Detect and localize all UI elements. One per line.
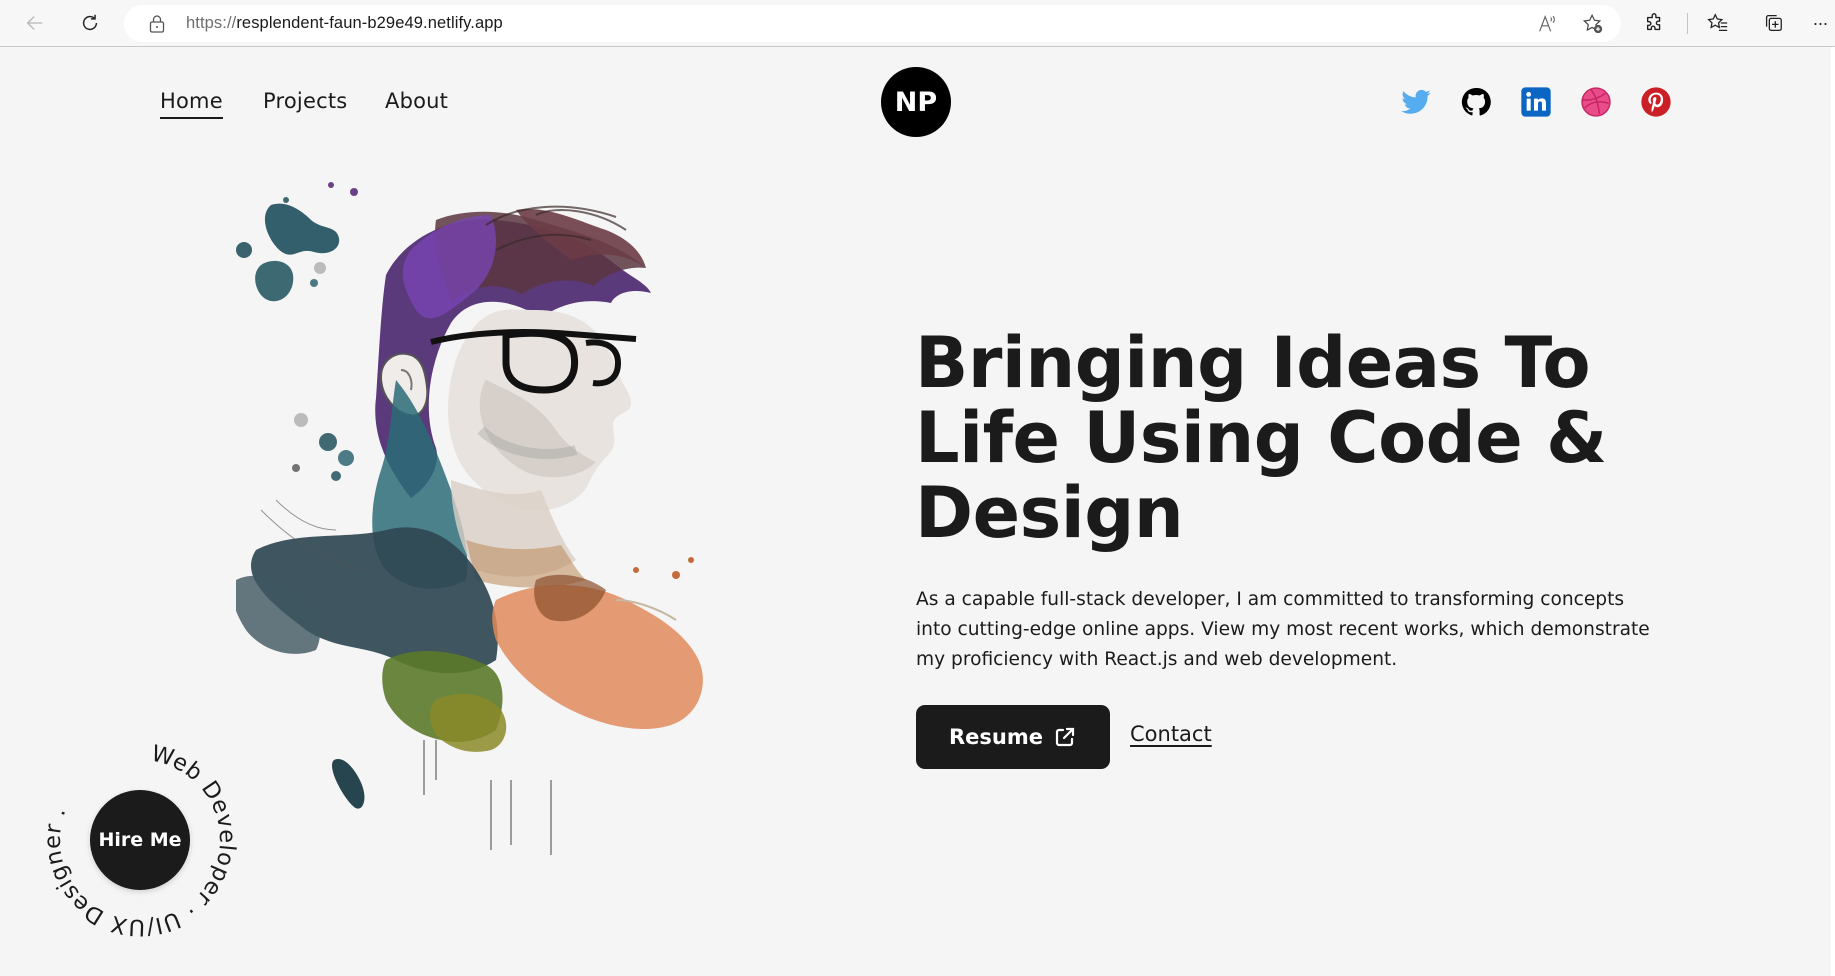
extensions-icon[interactable] <box>1642 10 1668 36</box>
contact-link[interactable]: Contact <box>1130 722 1212 746</box>
url-host: resplendent-faun-b29e49.netlify.app <box>236 14 503 32</box>
url-text[interactable]: https://resplendent-faun-b29e49.netlify.… <box>186 14 503 33</box>
resume-button[interactable]: Resume <box>916 705 1110 769</box>
address-bar[interactable]: https://resplendent-faun-b29e49.netlify.… <box>124 5 1621 42</box>
hero-intro: As a capable full-stack developer, I am … <box>916 589 1650 670</box>
toolbar-divider <box>1687 13 1688 34</box>
github-link[interactable] <box>1460 86 1492 118</box>
twitter-icon <box>1401 89 1431 114</box>
nav-projects[interactable]: Projects <box>263 89 347 113</box>
scrollbar[interactable] <box>1831 47 1835 976</box>
portrait-illustration <box>236 182 703 855</box>
dribbble-icon <box>1581 87 1611 117</box>
pinterest-icon <box>1641 87 1671 117</box>
hire-me-badge: Web Developer · UI/UX Designer . Hire Me <box>40 740 240 940</box>
dribbble-link[interactable] <box>1580 86 1612 118</box>
collections-icon[interactable] <box>1760 10 1786 36</box>
linkedin-icon <box>1521 87 1551 117</box>
favorites-icon[interactable] <box>1705 10 1731 36</box>
back-arrow-icon[interactable] <box>22 10 48 36</box>
logo[interactable]: NP <box>881 67 951 137</box>
resume-label: Resume <box>949 725 1043 749</box>
hero-headline: Bringing Ideas To Life Using Code & Desi… <box>915 322 1607 554</box>
add-favorite-icon[interactable] <box>1582 13 1604 35</box>
pinterest-link[interactable] <box>1640 86 1672 118</box>
more-icon[interactable]: ··· <box>1807 10 1833 36</box>
nav-about[interactable]: About <box>385 89 448 113</box>
linkedin-link[interactable] <box>1520 86 1552 118</box>
refresh-icon[interactable] <box>77 10 103 36</box>
nav-home[interactable]: Home <box>160 89 223 119</box>
hire-me-button[interactable]: Hire Me <box>90 790 190 890</box>
github-icon <box>1461 87 1491 116</box>
read-aloud-icon[interactable] <box>1536 13 1558 35</box>
url-protocol: https:// <box>186 14 237 32</box>
lock-icon[interactable] <box>148 14 166 34</box>
twitter-link[interactable] <box>1400 86 1432 118</box>
browser-toolbar: https://resplendent-faun-b29e49.netlify.… <box>0 0 1835 47</box>
external-link-icon <box>1055 727 1075 747</box>
